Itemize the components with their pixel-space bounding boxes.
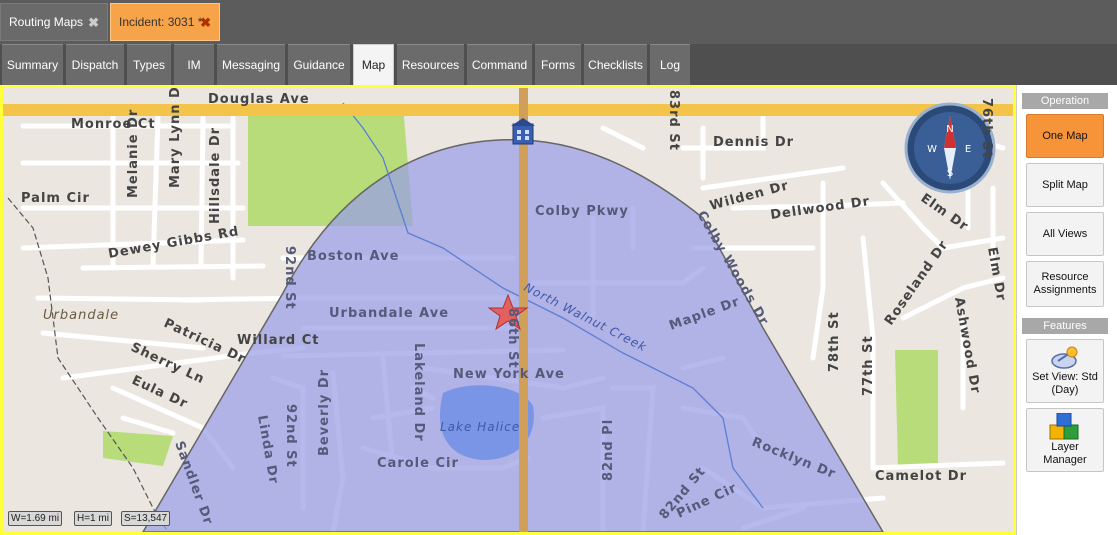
map-frame: N E S W Douglas Ave Monroe Ct Palm Cir M… <box>0 85 1016 535</box>
street-label: Mary Lynn Dr <box>168 88 183 188</box>
street-label: Palm Cir <box>21 191 90 206</box>
street-label: 76th St <box>979 98 994 159</box>
tab-command[interactable]: Command <box>467 44 532 85</box>
tab-routing-maps[interactable]: Routing Maps ✖ <box>0 3 108 41</box>
tab-log[interactable]: Log <box>650 44 690 85</box>
street-label: Lakeland Dr <box>411 343 426 442</box>
street-label: Camelot Dr <box>875 469 967 484</box>
street-label: 83rd St <box>666 90 681 151</box>
tab-dispatch[interactable]: Dispatch <box>66 44 124 85</box>
park-area <box>103 431 173 466</box>
street-label: Willard Ct <box>237 333 319 348</box>
map-canvas[interactable]: N E S W Douglas Ave Monroe Ct Palm Cir M… <box>3 88 1013 532</box>
water-label: Lake Halice <box>440 420 520 434</box>
operation-header: Operation <box>1022 93 1108 109</box>
street-label: Boston Ave <box>307 249 399 264</box>
street-label: Douglas Ave <box>208 92 310 107</box>
button-label: Manager <box>1043 454 1087 466</box>
set-view-button[interactable]: Set View: Std (Day) <box>1026 339 1104 403</box>
document-tab-bar: Routing Maps ✖ Incident: 3031 * ✖ <box>0 0 1117 44</box>
street-label: 78th St <box>827 311 842 372</box>
tab-guidance[interactable]: Guidance <box>288 44 350 85</box>
street-label: Carole Cir <box>377 456 459 471</box>
street-label: Urbandale Ave <box>329 306 449 321</box>
street-label: Colby Pkwy <box>535 204 629 219</box>
street-label: Melanie Dr <box>126 109 141 198</box>
button-label: Assignments <box>1033 284 1097 296</box>
street-label: Monroe Ct <box>71 117 156 132</box>
one-map-button[interactable]: One Map <box>1026 114 1104 158</box>
street-label: Dellwood Dr <box>769 194 871 223</box>
tab-incident[interactable]: Incident: 3031 * ✖ <box>110 3 220 41</box>
tab-resources[interactable]: Resources <box>397 44 464 85</box>
street-label: Ashwood Dr <box>951 296 983 395</box>
compass-w: W <box>927 144 937 155</box>
split-map-button[interactable]: Split Map <box>1026 163 1104 207</box>
street-label: Roseland Dr <box>882 238 952 329</box>
tab-checklists[interactable]: Checklists <box>584 44 647 85</box>
close-icon[interactable]: ✖ <box>88 15 99 31</box>
layer-cubes-icon <box>1049 413 1079 440</box>
resource-assignments-button[interactable]: Resource Assignments <box>1026 261 1104 307</box>
button-label: Set View: Std <box>1032 371 1098 383</box>
tab-map[interactable]: Map <box>353 44 394 85</box>
map-graphic: N E S W Douglas Ave Monroe Ct Palm Cir M… <box>3 88 1013 532</box>
section-tab-bar: Summary Dispatch Types IM Messaging Guid… <box>0 44 1117 85</box>
map-control-panel: Operation One Map Split Map All Views Re… <box>1016 85 1117 535</box>
map-width-readout: W=1.69 mi <box>8 511 63 526</box>
tab-messaging[interactable]: Messaging <box>217 44 285 85</box>
station-icon <box>511 118 535 145</box>
street-label: 86th St <box>505 308 520 369</box>
map-scale-readout: S=13,547 <box>121 511 171 526</box>
satellite-dish-icon <box>1051 346 1078 369</box>
street-label: Hillsdale Dr <box>208 127 223 224</box>
tab-types[interactable]: Types <box>127 44 171 85</box>
layer-manager-button[interactable]: Layer Manager <box>1026 408 1104 472</box>
street-label: 92nd St <box>283 404 298 468</box>
all-views-button[interactable]: All Views <box>1026 212 1104 256</box>
park-area <box>895 350 938 468</box>
features-header: Features <box>1022 318 1108 334</box>
douglas-ave-highway <box>3 104 1013 116</box>
tab-forms[interactable]: Forms <box>535 44 581 85</box>
button-label: Resource <box>1041 271 1089 283</box>
tab-im[interactable]: IM <box>174 44 214 85</box>
tab-label: Routing Maps <box>9 15 84 29</box>
street-label: 82nd Pl <box>601 419 616 481</box>
button-label: Layer <box>1051 441 1079 453</box>
tab-summary[interactable]: Summary <box>2 44 63 85</box>
street-label: 77th St <box>861 335 876 396</box>
close-icon[interactable]: ✖ <box>200 15 211 31</box>
street-label: 92nd St <box>282 246 297 310</box>
button-label: (Day) <box>1051 384 1079 396</box>
town-label: Urbandale <box>43 308 119 323</box>
street-label: Dennis Dr <box>713 135 794 150</box>
map-height-readout: H=1 mi <box>74 511 112 526</box>
street-label: Elm Dr <box>984 246 1008 302</box>
street-label: New York Ave <box>453 367 565 382</box>
compass-n: N <box>946 124 953 135</box>
street-label: Beverly Dr <box>317 369 332 456</box>
compass-e: E <box>965 144 971 155</box>
tab-label: Incident: 3031 * <box>119 15 203 29</box>
compass-s: S <box>947 168 953 179</box>
